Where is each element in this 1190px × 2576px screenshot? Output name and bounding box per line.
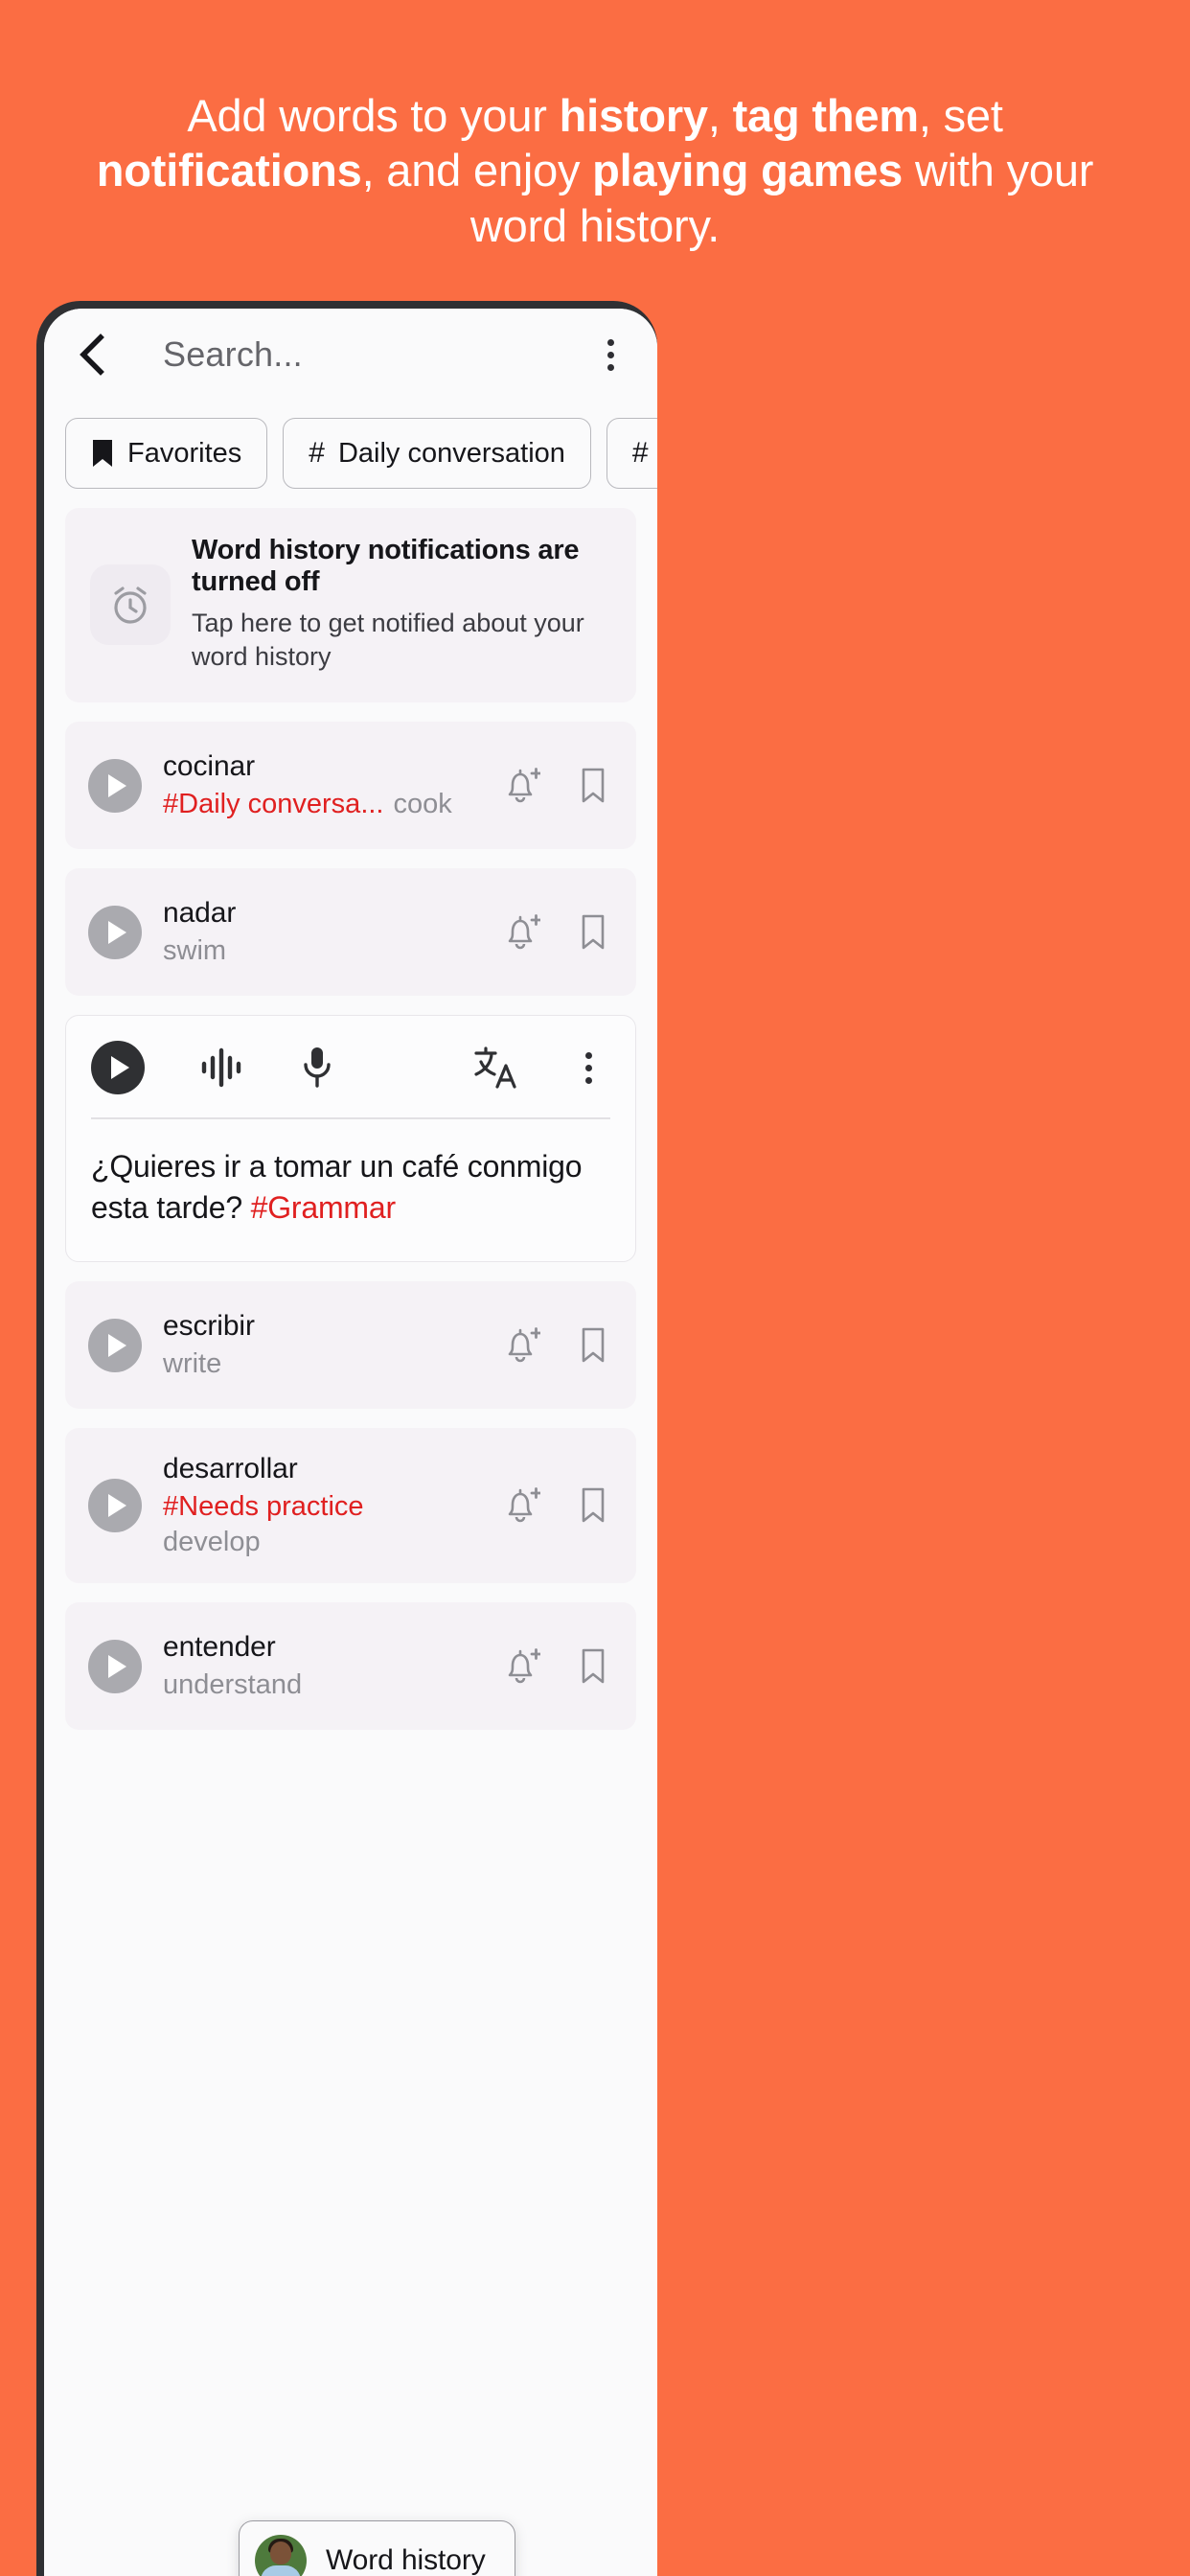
bell-plus-icon[interactable] xyxy=(502,1324,540,1367)
sentence-card[interactable]: ¿Quieres ir a tomar un café conmigo esta… xyxy=(65,1015,636,1263)
bell-plus-icon[interactable] xyxy=(502,765,540,807)
word-subline: swim xyxy=(163,935,481,967)
bookmark-icon xyxy=(93,440,112,467)
word-term: desarrollar xyxy=(163,1453,298,1485)
table-row[interactable]: cocinar #Daily conversa... cook xyxy=(65,722,636,850)
sentence-toolbar xyxy=(66,1016,635,1117)
row-actions xyxy=(502,1484,613,1527)
kebab-dot xyxy=(606,351,614,358)
filter-chips-row[interactable]: Favorites # Daily conversation # Grammar xyxy=(44,401,657,508)
bell-plus-icon[interactable] xyxy=(502,1645,540,1688)
promo-line2-mid: , and enjoy xyxy=(361,145,593,196)
bookmark-outline-icon[interactable] xyxy=(579,1647,607,1686)
promo-sep1: , xyxy=(707,90,733,141)
table-row[interactable]: desarrollar #Needs practice develop xyxy=(65,1428,636,1584)
row-actions xyxy=(502,911,613,954)
word-term: escribir xyxy=(163,1310,255,1343)
table-row[interactable]: entender understand xyxy=(65,1602,636,1731)
word-tag[interactable]: #Needs practice xyxy=(163,1491,364,1522)
alarm-off-icon-wrap xyxy=(90,564,171,645)
play-filled-icon[interactable] xyxy=(91,1041,145,1095)
word-history-pill[interactable]: Word history xyxy=(239,2520,515,2576)
notification-subtitle: Tap here to get notified about your word… xyxy=(192,609,584,672)
promo-line1-pre: Add words to your xyxy=(187,90,560,141)
translate-icon[interactable] xyxy=(472,1045,520,1091)
chip-label: Favorites xyxy=(127,437,242,469)
chip-favorites[interactable]: Favorites xyxy=(65,418,268,489)
word-translation: understand xyxy=(163,1669,303,1701)
user-avatar-photo xyxy=(255,2535,307,2576)
notification-banner[interactable]: Word history notifications are turned of… xyxy=(65,508,636,703)
promo-line1-post: , set xyxy=(918,90,1003,141)
search-input[interactable]: Search... xyxy=(119,334,588,375)
promo-headline: Add words to your history, tag them, set… xyxy=(0,0,1190,253)
word-subline: develop xyxy=(163,1527,481,1558)
word-term: nadar xyxy=(163,897,237,930)
promo-bold-history: history xyxy=(559,90,709,141)
word-tag-line: #Needs practice xyxy=(163,1491,481,1523)
word-subline: write xyxy=(163,1348,481,1380)
chevron-left-icon xyxy=(80,334,104,376)
chip-daily-conversation[interactable]: # Daily conversation xyxy=(283,418,591,489)
phone-frame: Search... Favorites # Daily conversation… xyxy=(36,301,657,2576)
kebab-dot xyxy=(584,1051,592,1059)
row-actions xyxy=(502,1645,613,1688)
alarm-off-icon xyxy=(114,586,147,624)
bookmark-outline-icon[interactable] xyxy=(579,1326,607,1365)
kebab-dot xyxy=(606,338,614,346)
word-term: cocinar xyxy=(163,750,256,783)
bookmark-outline-icon[interactable] xyxy=(579,913,607,952)
bell-plus-icon[interactable] xyxy=(502,911,540,954)
play-circle-icon[interactable] xyxy=(88,758,142,813)
chip-label: Daily conversation xyxy=(337,437,565,469)
kebab-dot xyxy=(606,363,614,371)
chip-grammar[interactable]: # Grammar xyxy=(606,418,657,489)
play-circle-icon[interactable] xyxy=(88,905,142,959)
topbar-overflow-button[interactable] xyxy=(588,328,632,381)
word-translation: write xyxy=(163,1348,222,1380)
bookmark-outline-icon[interactable] xyxy=(579,1486,607,1525)
phone-screen: Search... Favorites # Daily conversation… xyxy=(44,309,657,2576)
sentence-tag[interactable]: #Grammar xyxy=(251,1190,397,1225)
sentence-overflow-button[interactable] xyxy=(566,1041,610,1094)
play-circle-icon[interactable] xyxy=(88,1479,142,1533)
table-row[interactable]: escribir write xyxy=(65,1281,636,1410)
play-circle-icon[interactable] xyxy=(88,1318,142,1372)
back-button[interactable] xyxy=(65,328,119,381)
bell-plus-icon[interactable] xyxy=(502,1484,540,1527)
word-translation: swim xyxy=(163,935,227,967)
word-history-list: Word history notifications are turned of… xyxy=(44,508,657,1731)
kebab-dot xyxy=(584,1064,592,1071)
pill-label: Word history xyxy=(326,2544,486,2576)
row-actions xyxy=(502,765,613,807)
word-subline: understand xyxy=(163,1669,481,1701)
word-tag[interactable]: #Daily conversa... xyxy=(163,789,384,819)
sentence-text: ¿Quieres ir a tomar un café conmigo esta… xyxy=(66,1119,635,1261)
promo-bold-playing-games: playing games xyxy=(592,145,904,196)
promo-bold-tag-them: tag them xyxy=(732,90,919,141)
word-translation: develop xyxy=(163,1527,261,1558)
word-subline: #Daily conversa... cook xyxy=(163,789,481,820)
word-term: entender xyxy=(163,1631,276,1664)
hash-icon: # xyxy=(631,437,649,469)
play-circle-icon[interactable] xyxy=(88,1639,142,1693)
app-topbar: Search... xyxy=(44,309,657,401)
row-actions xyxy=(502,1324,613,1367)
hash-icon: # xyxy=(309,437,325,469)
waveform-icon[interactable] xyxy=(198,1046,246,1089)
notification-title: Word history notifications are turned of… xyxy=(192,535,580,597)
kebab-dot xyxy=(584,1076,592,1084)
table-row[interactable]: nadar swim xyxy=(65,868,636,997)
bookmark-outline-icon[interactable] xyxy=(579,767,607,805)
promo-bold-notifications: notifications xyxy=(96,145,362,196)
microphone-icon[interactable] xyxy=(300,1045,334,1091)
word-translation: cook xyxy=(393,789,452,820)
